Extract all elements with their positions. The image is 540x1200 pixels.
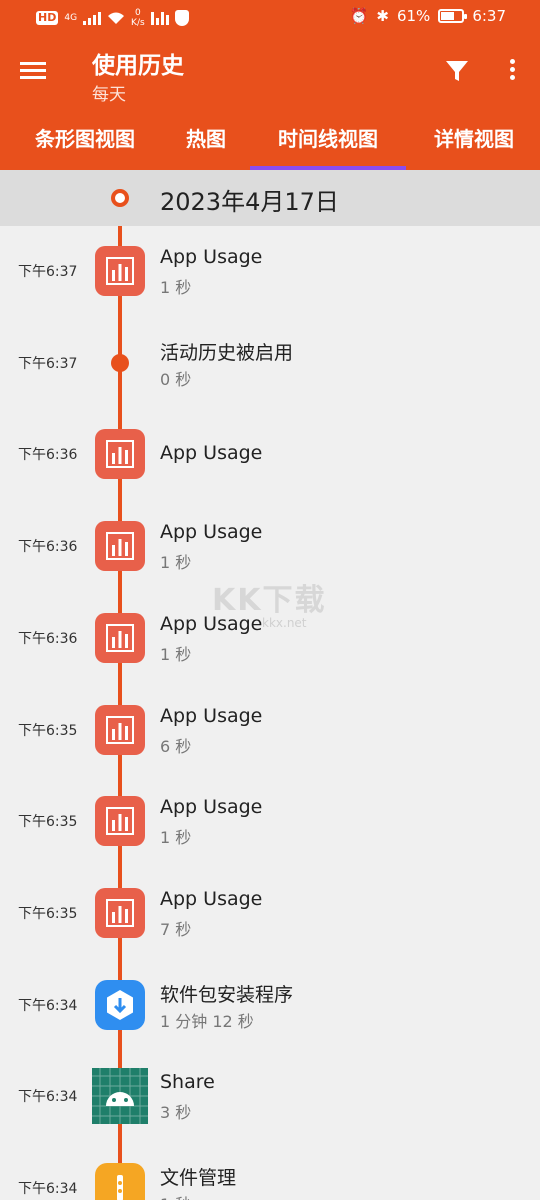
row-app-name: App Usage: [160, 246, 263, 268]
timeline-dot: [95, 338, 145, 388]
watermark: KK下载: [212, 583, 327, 618]
row-duration: 6 秒: [160, 736, 192, 756]
filter-icon[interactable]: [444, 58, 470, 84]
row-duration: 1 秒: [160, 644, 192, 664]
timeline-row[interactable]: 下午6:37 活动历史被启用 0 秒: [0, 318, 540, 410]
battery-icon: [438, 9, 468, 23]
row-app-name: App Usage: [160, 887, 263, 910]
timeline-row[interactable]: 下午6:35 App Usage 7 秒: [0, 868, 540, 960]
app-usage-icon: [95, 887, 145, 938]
battery-percent: 61%: [396, 7, 431, 25]
row-time: 下午6:34: [18, 1181, 78, 1197]
row-time: 下午6:34: [18, 1089, 78, 1106]
timeline-row[interactable]: 下午6:35 App Usage 6 秒: [0, 685, 540, 777]
row-time: 下午6:34: [18, 997, 78, 1014]
row-duration: 7 秒: [160, 919, 192, 939]
row-duration: 1 分钟 12 秒: [160, 1011, 254, 1031]
row-time: 下午6:37: [18, 264, 78, 280]
row-time: 下午6:37: [18, 355, 78, 372]
app-bar: 使用历史 每天 条形图视图 热图 时间线视图 详情视图: [0, 36, 540, 170]
network-speed: 0 K/s: [131, 8, 145, 28]
tab-bar: 条形图视图 热图 时间线视图 详情视图: [0, 124, 540, 170]
app-usage-icon: [95, 521, 145, 572]
row-app-name: 软件包安装程序: [160, 983, 294, 1006]
package-installer-icon: [95, 979, 145, 1030]
row-time: 下午6:35: [18, 814, 78, 831]
timeline-row[interactable]: 下午6:36 App Usage: [0, 409, 540, 501]
menu-icon[interactable]: [20, 58, 52, 90]
row-time: 下午6:36: [18, 447, 78, 464]
row-app-name: 活动历史被启用: [160, 341, 294, 364]
app-usage-icon: [95, 704, 145, 755]
row-app-name: 文件管理: [160, 1167, 237, 1189]
page-subtitle[interactable]: 每天: [92, 80, 126, 105]
row-time: 下午6:36: [18, 630, 78, 647]
row-duration: 1 秒: [160, 828, 192, 848]
timeline-row[interactable]: 下午6:34 Share 3 秒: [0, 1051, 540, 1143]
app-usage-icon: [95, 612, 145, 663]
status-bar: HD 4G 0 K/s ⏰ ✱ 61% 6:37: [0, 0, 540, 36]
clock: 6:37: [472, 7, 506, 25]
alarm-icon: ⏰: [349, 7, 369, 25]
row-app-name: Share: [160, 1071, 215, 1094]
row-app-name: App Usage: [160, 796, 263, 819]
watermark-url: kkx.net: [262, 616, 307, 630]
signal-icon-2: [150, 11, 169, 25]
shield-icon: [174, 10, 189, 26]
tab-timeline-view[interactable]: 时间线视图: [250, 124, 406, 170]
app-usage-icon: [95, 796, 145, 847]
date-header: 2023年4月17日: [0, 170, 540, 226]
signal-icon: [83, 11, 102, 25]
timeline-row[interactable]: 下午6:37 App Usage 1 秒: [0, 226, 540, 318]
tab-details-view[interactable]: 详情视图: [426, 124, 522, 170]
timeline-row[interactable]: 下午6:35 App Usage 1 秒: [0, 776, 540, 868]
timeline-row[interactable]: 下午6:34 文件管理 1 秒: [0, 1143, 540, 1200]
timeline-row[interactable]: 下午6:34 软件包安装程序 1 分钟 12 秒: [0, 960, 540, 1052]
wifi-icon: [108, 12, 125, 24]
date-dot-icon: [111, 189, 129, 207]
page-title: 使用历史: [92, 53, 184, 79]
row-app-name: App Usage: [160, 521, 263, 544]
app-usage-icon: [95, 246, 145, 296]
date-label: 2023年4月17日: [160, 188, 339, 216]
row-duration: 1 秒: [160, 1191, 191, 1200]
network-type: 4G: [64, 13, 78, 23]
row-time: 下午6:35: [18, 905, 78, 922]
bluetooth-icon: ✱: [376, 7, 389, 25]
row-duration: 1 秒: [160, 553, 192, 573]
row-duration: 3 秒: [160, 1103, 192, 1123]
row-duration: 1 秒: [160, 278, 192, 297]
row-time: 下午6:35: [18, 722, 78, 739]
row-duration: 0 秒: [160, 369, 192, 389]
hd-badge: HD: [36, 11, 59, 25]
app-usage-icon: [95, 429, 145, 480]
android-icon: [92, 1068, 148, 1125]
tab-bar-chart-view[interactable]: 条形图视图: [26, 124, 144, 170]
row-app-name: App Usage: [160, 442, 263, 465]
more-vert-icon[interactable]: [502, 56, 522, 86]
tab-heatmap[interactable]: 热图: [182, 124, 230, 170]
file-manager-icon: [95, 1163, 145, 1200]
row-time: 下午6:36: [18, 539, 78, 556]
row-app-name: App Usage: [160, 704, 263, 727]
